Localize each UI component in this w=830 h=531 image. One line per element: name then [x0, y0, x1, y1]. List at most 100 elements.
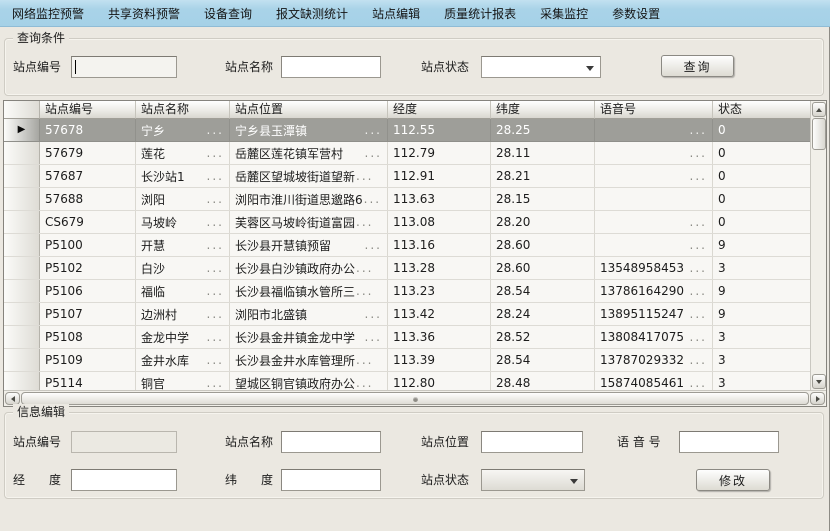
row-selector[interactable]: ▶: [4, 257, 40, 279]
table-row[interactable]: ▶ P5107 边洲村... 浏阳市北盛镇... 113.42 28.24 13…: [4, 303, 810, 326]
cell-voice-number[interactable]: ...: [595, 188, 713, 210]
cell-site-no[interactable]: CS679: [40, 211, 136, 233]
row-selector[interactable]: ▶: [4, 188, 40, 210]
cell-status[interactable]: 9: [713, 234, 810, 256]
row-selector[interactable]: ▶: [4, 326, 40, 348]
header-site-name[interactable]: 站点名称: [136, 101, 230, 119]
cell-latitude[interactable]: 28.54: [491, 280, 595, 302]
edit-longitude-input[interactable]: [71, 469, 177, 491]
cell-longitude[interactable]: 113.63: [388, 188, 491, 210]
menu-item-quality-report[interactable]: 质量统计报表: [444, 5, 516, 22]
edit-site-no-input[interactable]: [71, 431, 177, 453]
cell-site-no[interactable]: P5109: [40, 349, 136, 371]
cell-status[interactable]: 0: [713, 165, 810, 187]
vertical-scrollbar[interactable]: [810, 101, 826, 390]
cell-site-name[interactable]: 开慧...: [136, 234, 230, 256]
cell-longitude[interactable]: 112.80: [388, 372, 491, 390]
menu-item-shared-data-alert[interactable]: 共享资料预警: [108, 5, 180, 22]
cell-longitude[interactable]: 113.08: [388, 211, 491, 233]
cell-longitude[interactable]: 113.28: [388, 257, 491, 279]
cell-site-no[interactable]: P5107: [40, 303, 136, 325]
cell-voice-number[interactable]: ...: [595, 119, 713, 141]
cell-site-no[interactable]: 57679: [40, 142, 136, 164]
cell-longitude[interactable]: 113.36: [388, 326, 491, 348]
cell-status[interactable]: 0: [713, 142, 810, 164]
table-row[interactable]: ▶ 57687 长沙站1... 岳麓区望城坡街道望新... 112.91 28.…: [4, 165, 810, 188]
cell-site-name[interactable]: 福临...: [136, 280, 230, 302]
row-selector[interactable]: ▶: [4, 119, 40, 141]
cell-site-location[interactable]: 长沙县金井水库管理所...: [230, 349, 388, 371]
cell-site-location[interactable]: 宁乡县玉潭镇...: [230, 119, 388, 141]
cell-voice-number[interactable]: ...: [595, 211, 713, 233]
scroll-up-button[interactable]: [812, 102, 826, 117]
table-row[interactable]: ▶ P5114 铜官... 望城区铜官镇政府办公... 112.80 28.48…: [4, 372, 810, 390]
cell-site-location[interactable]: 望城区铜官镇政府办公...: [230, 372, 388, 390]
cell-site-location[interactable]: 浏阳市淮川街道思邈路6...: [230, 188, 388, 210]
cell-status[interactable]: 9: [713, 303, 810, 325]
header-latitude[interactable]: 纬度: [491, 101, 595, 119]
modify-button[interactable]: 修改: [696, 469, 770, 491]
cell-voice-number[interactable]: ...: [595, 165, 713, 187]
cell-voice-number[interactable]: 13808417075...: [595, 326, 713, 348]
cell-site-name[interactable]: 铜官...: [136, 372, 230, 390]
row-selector[interactable]: ▶: [4, 234, 40, 256]
cell-longitude[interactable]: 112.91: [388, 165, 491, 187]
menu-item-parameter-settings[interactable]: 参数设置: [612, 5, 660, 22]
cell-voice-number[interactable]: ...: [595, 234, 713, 256]
cell-site-name[interactable]: 莲花...: [136, 142, 230, 164]
cell-site-name[interactable]: 金龙中学...: [136, 326, 230, 348]
menu-item-message-missing-stats[interactable]: 报文缺测统计: [276, 5, 348, 22]
cell-site-no[interactable]: 57678: [40, 119, 136, 141]
menu-item-device-query[interactable]: 设备查询: [204, 5, 252, 22]
edit-site-name-input[interactable]: [281, 431, 381, 453]
header-voice-number[interactable]: 语音号: [595, 101, 713, 119]
cell-site-no[interactable]: 57687: [40, 165, 136, 187]
cell-site-name[interactable]: 长沙站1...: [136, 165, 230, 187]
edit-voice-input[interactable]: [679, 431, 779, 453]
cell-site-location[interactable]: 长沙县开慧镇预留...: [230, 234, 388, 256]
cell-latitude[interactable]: 28.60: [491, 234, 595, 256]
horizontal-scrollbar[interactable]: [4, 390, 826, 406]
cell-site-location[interactable]: 长沙县金井镇金龙中学...: [230, 326, 388, 348]
table-row[interactable]: ▶ P5108 金龙中学... 长沙县金井镇金龙中学... 113.36 28.…: [4, 326, 810, 349]
header-site-no[interactable]: 站点编号: [40, 101, 136, 119]
table-row[interactable]: ▶ 57678 宁乡... 宁乡县玉潭镇... 112.55 28.25 ...…: [4, 119, 810, 142]
cell-voice-number[interactable]: 13786164290...: [595, 280, 713, 302]
cell-latitude[interactable]: 28.52: [491, 326, 595, 348]
cell-status[interactable]: 9: [713, 280, 810, 302]
table-row[interactable]: ▶ CS679 马坡岭... 芙蓉区马坡岭街道富园... 113.08 28.2…: [4, 211, 810, 234]
cell-latitude[interactable]: 28.60: [491, 257, 595, 279]
header-status[interactable]: 状态: [713, 101, 810, 119]
cell-site-no[interactable]: P5106: [40, 280, 136, 302]
row-selector[interactable]: ▶: [4, 211, 40, 233]
row-selector[interactable]: ▶: [4, 165, 40, 187]
cell-voice-number[interactable]: 15874085461...: [595, 372, 713, 390]
cell-voice-number[interactable]: 13787029332...: [595, 349, 713, 371]
cell-site-name[interactable]: 浏阳...: [136, 188, 230, 210]
cell-site-location[interactable]: 浏阳市北盛镇...: [230, 303, 388, 325]
cell-site-location[interactable]: 芙蓉区马坡岭街道富园...: [230, 211, 388, 233]
cell-longitude[interactable]: 112.79: [388, 142, 491, 164]
cell-longitude[interactable]: 113.16: [388, 234, 491, 256]
menu-item-station-edit[interactable]: 站点编辑: [372, 5, 420, 22]
row-selector[interactable]: ▶: [4, 349, 40, 371]
cell-latitude[interactable]: 28.21: [491, 165, 595, 187]
cell-site-location[interactable]: 长沙县白沙镇政府办公...: [230, 257, 388, 279]
cell-site-name[interactable]: 边洲村...: [136, 303, 230, 325]
cell-longitude[interactable]: 112.55: [388, 119, 491, 141]
cell-site-location[interactable]: 岳麓区莲花镇军营村...: [230, 142, 388, 164]
cell-status[interactable]: 0: [713, 211, 810, 233]
cell-latitude[interactable]: 28.54: [491, 349, 595, 371]
scroll-right-button[interactable]: [810, 392, 825, 405]
cell-site-no[interactable]: P5108: [40, 326, 136, 348]
row-selector[interactable]: ▶: [4, 303, 40, 325]
table-row[interactable]: ▶ 57688 浏阳... 浏阳市淮川街道思邈路6... 113.63 28.1…: [4, 188, 810, 211]
cell-site-no[interactable]: P5114: [40, 372, 136, 390]
row-selector[interactable]: ▶: [4, 372, 40, 390]
cell-status[interactable]: 3: [713, 326, 810, 348]
cell-status[interactable]: 0: [713, 188, 810, 210]
cell-voice-number[interactable]: 13548958453...: [595, 257, 713, 279]
cell-latitude[interactable]: 28.11: [491, 142, 595, 164]
vertical-scroll-thumb[interactable]: [812, 118, 826, 150]
table-row[interactable]: ▶ P5102 白沙... 长沙县白沙镇政府办公... 113.28 28.60…: [4, 257, 810, 280]
